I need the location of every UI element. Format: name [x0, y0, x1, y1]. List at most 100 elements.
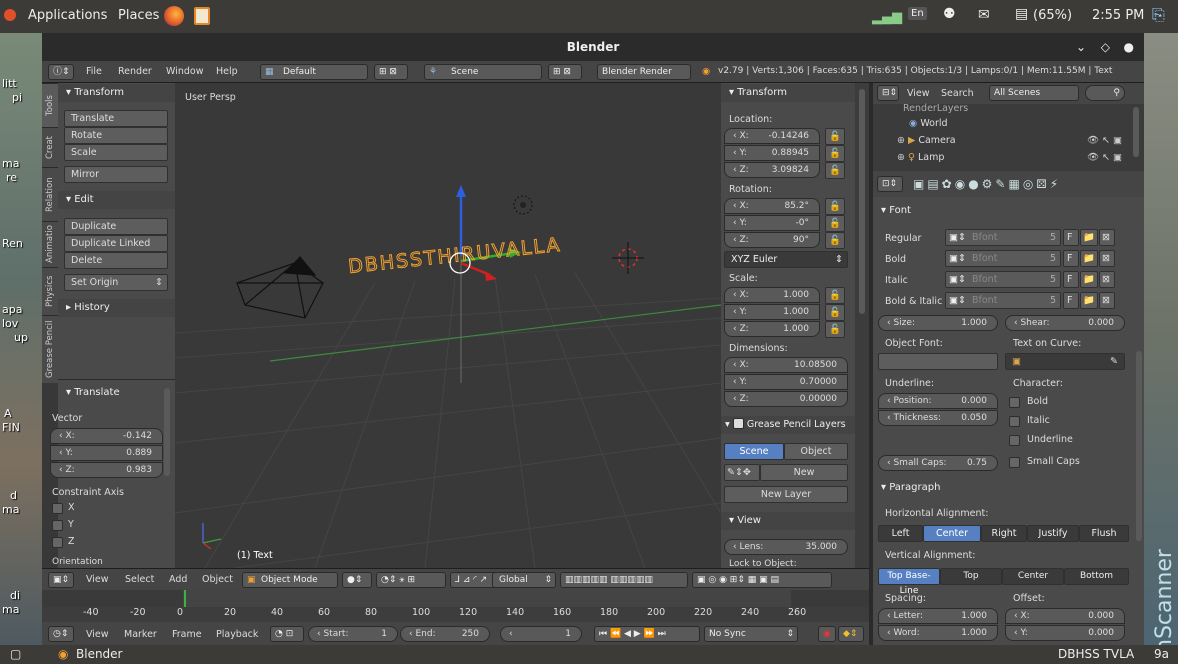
location-z-field[interactable]: ‹ Z: 3.09824: [724, 162, 820, 178]
valign-bottom-button[interactable]: Bottom: [1064, 568, 1129, 585]
lock-icon[interactable]: 🔓: [825, 198, 845, 215]
n-panel-scrollbar[interactable]: [859, 89, 865, 314]
3d-menu-select[interactable]: Select: [125, 574, 154, 585]
camera-visibility-icons[interactable]: 👁 ↖ ▣: [1087, 135, 1122, 146]
halign-flush-button[interactable]: Flush: [1079, 525, 1129, 542]
font-bolditalic-select[interactable]: ▣⇕ Bfont 5: [945, 292, 1061, 309]
sync-mode-select[interactable]: No Sync ⇕: [704, 626, 798, 642]
char-underline-checkbox[interactable]: [1009, 435, 1020, 446]
font-italic-select[interactable]: ▣⇕ Bfont 5: [945, 271, 1061, 288]
folder-icon[interactable]: 📁: [1080, 271, 1098, 288]
battery-icon[interactable]: ▤: [1015, 6, 1028, 22]
mirror-button[interactable]: Mirror: [64, 166, 168, 183]
outliner-scrollbar[interactable]: [1133, 107, 1139, 157]
blender-task-button[interactable]: Blender: [76, 647, 123, 661]
fake-user-button[interactable]: F: [1063, 292, 1079, 309]
lock-icon[interactable]: 🔓: [825, 232, 845, 249]
dimension-y-field[interactable]: ‹ Y: 0.70000: [724, 374, 848, 390]
lock-icon[interactable]: 🔓: [825, 304, 845, 321]
scene-add-remove[interactable]: ⊞ ⊠: [548, 64, 582, 80]
constraint-x-checkbox[interactable]: [52, 503, 63, 514]
rotation-x-field[interactable]: ‹ X: 85.2°: [724, 198, 820, 214]
folder-icon[interactable]: 📁: [1080, 292, 1098, 309]
current-frame-field[interactable]: ‹ 1: [500, 626, 582, 642]
outliner-camera[interactable]: ⊕ ▶ Camera: [897, 135, 956, 146]
delete-button[interactable]: Delete: [64, 252, 168, 269]
firefox-icon[interactable]: [164, 6, 184, 26]
3d-cursor[interactable]: [612, 242, 644, 274]
outliner-lamp[interactable]: ⊕ ♀ Lamp: [897, 152, 944, 163]
lock-icon[interactable]: 🔓: [825, 162, 845, 179]
lens-field[interactable]: ‹ Lens: 35.000: [724, 539, 848, 555]
font-size-field[interactable]: ‹ Size: 1.000: [878, 315, 998, 331]
3d-viewport[interactable]: User Persp DBHSSTHIRUVALLA (1) Text: [175, 83, 721, 568]
end-frame-field[interactable]: ‹ End: 250: [400, 626, 490, 642]
scale-z-field[interactable]: ‹ Z: 1.000: [724, 321, 820, 337]
menu-file[interactable]: File: [86, 66, 102, 77]
fake-user-button[interactable]: F: [1063, 250, 1079, 267]
eyedropper-icon[interactable]: ✎: [1110, 354, 1118, 369]
signal-icon[interactable]: ▂▄▆: [872, 10, 902, 25]
shading-select[interactable]: ●⇕: [342, 572, 372, 588]
user-icon[interactable]: ⎘: [1152, 5, 1165, 25]
constraint-z-checkbox[interactable]: [52, 537, 63, 548]
vector-z-field[interactable]: ‹ Z: 0.983: [50, 462, 163, 478]
folder-icon[interactable]: 📁: [1080, 250, 1098, 267]
dimension-z-field[interactable]: ‹ Z: 0.00000: [724, 391, 848, 407]
fake-user-button[interactable]: F: [1063, 271, 1079, 288]
outliner-editor-icon[interactable]: ⊟⇕: [877, 85, 899, 101]
text-editor-icon[interactable]: [194, 7, 210, 25]
fake-user-button[interactable]: F: [1063, 229, 1079, 246]
gp-source-select[interactable]: ✎⇕✥: [724, 464, 760, 481]
gp-new-layer-button[interactable]: New Layer: [724, 486, 848, 503]
pivot-snap-icons[interactable]: ◔⇕ ⚹ ⊞: [376, 572, 446, 588]
char-smallcaps-checkbox[interactable]: [1009, 457, 1020, 468]
font-regular-select[interactable]: ▣⇕ Bfont 5: [945, 229, 1061, 246]
rotation-y-field[interactable]: ‹ Y: -0°: [724, 215, 820, 231]
halign-center-button[interactable]: Center: [923, 525, 981, 542]
rotation-z-field[interactable]: ‹ Z: 90°: [724, 232, 820, 248]
render-snap-icons[interactable]: ▣ ◎ ◉ ⊞⇕ ▦ ▣ ▤: [692, 572, 832, 588]
screen-layout-select[interactable]: ▦ Default: [260, 64, 368, 80]
translate-button[interactable]: Translate: [64, 110, 168, 127]
text-on-curve-field[interactable]: ▣ ✎: [1005, 353, 1125, 370]
char-italic-checkbox[interactable]: [1009, 416, 1020, 427]
scrollbar[interactable]: [164, 388, 170, 476]
orientation-select[interactable]: Global ⇕: [492, 572, 556, 588]
valign-top-button[interactable]: Top: [940, 568, 1002, 585]
language-indicator[interactable]: En: [908, 7, 927, 20]
lock-icon[interactable]: 🔓: [825, 215, 845, 232]
n-transform-header[interactable]: ▾ Transform: [721, 84, 855, 102]
scale-x-field[interactable]: ‹ X: 1.000: [724, 287, 820, 303]
outliner-search-menu[interactable]: Search: [941, 88, 974, 99]
valign-center-button[interactable]: Center: [1002, 568, 1064, 585]
outliner-view-menu[interactable]: View: [907, 88, 930, 99]
gp-scene-button[interactable]: Scene: [724, 443, 784, 460]
history-panel-header[interactable]: ▸ History: [58, 299, 175, 317]
tab-relations[interactable]: Relation: [42, 167, 58, 221]
show-desktop-icon[interactable]: ▢: [10, 647, 21, 661]
constraint-y-checkbox[interactable]: [52, 520, 63, 531]
timeline-menu-marker[interactable]: Marker: [124, 629, 157, 640]
timeline-menu-frame[interactable]: Frame: [172, 629, 202, 640]
halign-left-button[interactable]: Left: [878, 525, 923, 542]
dimension-x-field[interactable]: ‹ X: 10.08500: [724, 357, 848, 373]
keying-icon[interactable]: ◆⇕: [838, 626, 864, 642]
timeline-menu-playback[interactable]: Playback: [216, 629, 258, 640]
folder-icon[interactable]: 📁: [1080, 229, 1098, 246]
tab-grease-pencil[interactable]: Grease Pencil: [42, 315, 58, 383]
rotation-mode-select[interactable]: XYZ Euler ⇕: [724, 251, 848, 268]
editor-type-icon[interactable]: ⓘ⇕: [48, 64, 74, 80]
halign-right-button[interactable]: Right: [981, 525, 1027, 542]
edit-panel-header[interactable]: ▾ Edit: [58, 191, 175, 209]
preview-range-icons[interactable]: ◔ ⊡: [270, 626, 304, 642]
close-icon[interactable]: ●: [1124, 33, 1134, 61]
unlink-icon[interactable]: ⊠: [1099, 229, 1115, 246]
context-tab-icons[interactable]: ▣▤✿◉●⚙✎▦◎⚄⚡: [913, 177, 1061, 191]
scene-select[interactable]: ⚘ Scene: [424, 64, 542, 80]
window-titlebar[interactable]: Blender ⌄ ◇ ●: [42, 33, 1144, 61]
menu-window[interactable]: Window: [166, 66, 203, 77]
places-menu[interactable]: Places: [118, 8, 159, 23]
layout-add-remove[interactable]: ⊞ ⊠: [374, 64, 408, 80]
outliner-search-field[interactable]: ⚲: [1085, 85, 1125, 101]
